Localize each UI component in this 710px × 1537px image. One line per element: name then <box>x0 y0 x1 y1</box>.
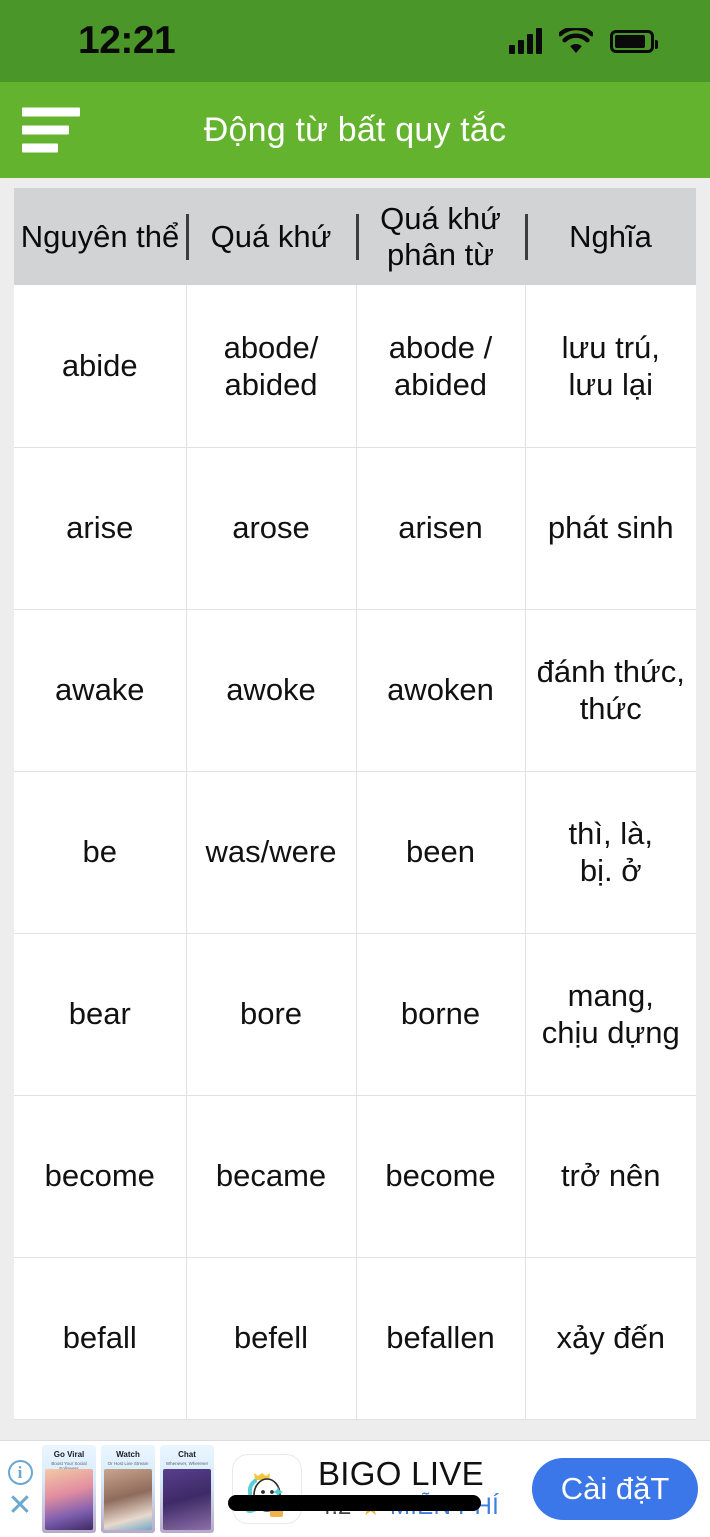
ad-thumbnail-subtitle: Whenever, Wherever <box>165 1461 209 1466</box>
cell-participle: become <box>355 1094 526 1258</box>
cell-meaning: trở nên <box>524 1094 696 1258</box>
cell-base: become <box>14 1094 187 1258</box>
ad-thumbnail-title: Chat <box>178 1450 196 1459</box>
cell-base: arise <box>14 446 187 610</box>
close-icon[interactable]: ✕ <box>7 1491 32 1521</box>
ad-thumbnail-image <box>163 1469 211 1530</box>
ad-thumbnails[interactable]: Go ViralBoost Your Social FollowersWatch… <box>42 1445 214 1533</box>
cell-base: be <box>14 770 187 934</box>
table-row[interactable]: arise arose arisen phát sinh <box>14 446 696 610</box>
cell-participle: befallen <box>355 1256 526 1420</box>
ad-thumbnail[interactable]: Go ViralBoost Your Social Followers <box>42 1445 96 1533</box>
table-row[interactable]: be was/were been thì, là, bị. ở <box>14 770 696 934</box>
hamburger-menu-icon[interactable] <box>22 107 80 153</box>
cell-base: befall <box>14 1256 187 1420</box>
cell-base: bear <box>14 932 187 1096</box>
app-bar: Động từ bất quy tắc <box>0 82 710 178</box>
column-header-participle: Quá khứ phân từ <box>356 188 525 285</box>
cell-meaning: xảy đến <box>524 1256 696 1420</box>
ad-banner[interactable]: i ✕ Go ViralBoost Your Social FollowersW… <box>0 1440 710 1537</box>
cell-meaning: đánh thức, thức <box>524 608 696 772</box>
table-row[interactable]: befall befell befallen xảy đến <box>14 1256 696 1420</box>
phone-screen: 12:21 Động từ bất quy tắc Nguyên thể Quá… <box>0 0 710 1537</box>
cell-past: abode/ abided <box>185 285 357 448</box>
column-header-meaning: Nghĩa <box>525 188 696 285</box>
column-header-base: Nguyên thể <box>14 188 186 285</box>
cell-past: became <box>185 1094 357 1258</box>
table-body: abide abode/ abided abode / abided lưu trú,… <box>14 285 696 1420</box>
cell-meaning: phát sinh <box>524 446 696 610</box>
table-row[interactable]: bear bore borne mang, chịu dựng <box>14 932 696 1096</box>
ad-thumbnail-image <box>45 1469 93 1530</box>
home-indicator <box>228 1495 481 1511</box>
cell-meaning: lưu trú, lưu lại <box>524 285 696 448</box>
table-row[interactable]: become became become trở nên <box>14 1094 696 1258</box>
ad-thumbnail[interactable]: Chat Whenever, Wherever <box>160 1445 214 1533</box>
cell-past: arose <box>185 446 357 610</box>
cell-participle: borne <box>355 932 526 1096</box>
ad-thumbnail[interactable]: Watch Or Host Live Stream <box>101 1445 155 1533</box>
install-button[interactable]: Cài đặT <box>532 1458 698 1520</box>
table-row[interactable]: abide abode/ abided abode / abided lưu trú,… <box>14 285 696 448</box>
cell-past: awoke <box>185 608 357 772</box>
table-header: Nguyên thể Quá khứ Quá khứ phân từ Nghĩa <box>14 188 696 285</box>
ad-thumbnail-subtitle: Or Host Live Stream <box>107 1461 149 1466</box>
wifi-icon <box>558 25 594 54</box>
cell-past: bore <box>185 932 357 1096</box>
cell-participle: arisen <box>355 446 526 610</box>
cell-meaning: thì, là, bị. ở <box>524 770 696 934</box>
ad-thumbnail-title: Watch <box>116 1450 140 1459</box>
cell-base: abide <box>14 285 187 448</box>
cell-meaning: mang, chịu dựng <box>524 932 696 1096</box>
cell-participle: been <box>355 770 526 934</box>
cell-participle: awoken <box>355 608 526 772</box>
battery-icon <box>610 29 658 53</box>
ad-controls: i ✕ <box>0 1441 40 1537</box>
column-header-past: Quá khứ <box>186 188 356 285</box>
cell-base: awake <box>14 608 187 772</box>
irregular-verbs-table: Nguyên thể Quá khứ Quá khứ phân từ Nghĩa… <box>14 188 696 1420</box>
status-bar-icons <box>509 25 658 54</box>
status-bar: 12:21 <box>0 0 710 82</box>
cell-participle: abode / abided <box>355 285 526 448</box>
bigo-live-app-icon <box>232 1454 302 1524</box>
ad-thumbnail-title: Go Viral <box>53 1450 85 1459</box>
ad-text-block: BIGO LIVE 4.2 ★ MIỄN PHÍ <box>318 1454 524 1522</box>
signal-bars-icon <box>509 28 542 54</box>
ad-title: BIGO LIVE <box>318 1454 484 1492</box>
page-title: Động từ bất quy tắc <box>203 110 507 149</box>
cell-past: was/were <box>185 770 357 934</box>
status-bar-clock: 12:21 <box>78 19 176 62</box>
table-header-row: Nguyên thể Quá khứ Quá khứ phân từ Nghĩa <box>14 188 696 285</box>
verb-table-container[interactable]: Nguyên thể Quá khứ Quá khứ phân từ Nghĩa… <box>0 178 710 1440</box>
info-icon[interactable]: i <box>7 1460 33 1485</box>
table-row[interactable]: awake awoke awoken đánh thức, thức <box>14 608 696 772</box>
ad-thumbnail-image <box>104 1469 152 1530</box>
cell-past: befell <box>185 1256 357 1420</box>
